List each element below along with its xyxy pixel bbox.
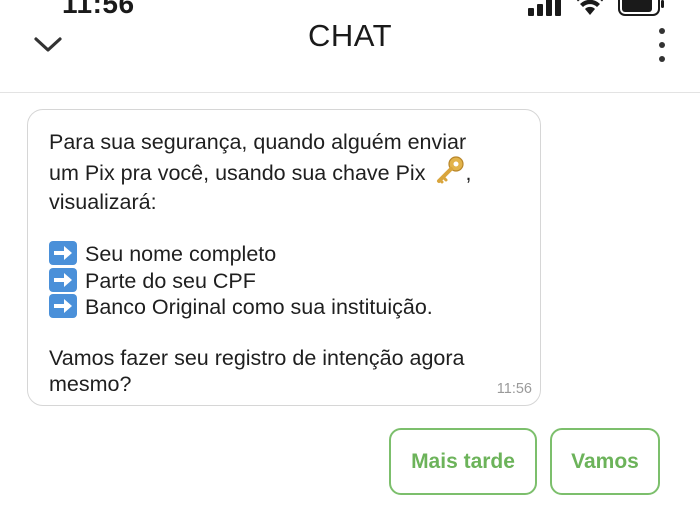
message-bubble: Para sua segurança, quando alguém enviar… xyxy=(27,109,541,406)
more-vertical-icon xyxy=(659,28,665,34)
message-line: mesmo? xyxy=(49,371,132,396)
chat-header: CHAT xyxy=(0,0,700,93)
message-text: um Pix pra você, usando sua chave Pix xyxy=(49,160,426,185)
message-line: um Pix pra você, usando sua chave Pix , xyxy=(49,155,518,191)
more-vertical-icon-dot xyxy=(659,42,665,48)
right-arrow-emoji-icon xyxy=(49,241,77,265)
message-line: Para sua segurança, quando alguém enviar xyxy=(49,130,467,154)
message-line: visualizará: xyxy=(49,190,157,214)
message-timestamp: 11:56 xyxy=(496,381,532,397)
list-item: Seu nome completo xyxy=(49,241,518,268)
message-line: Vamos fazer seu registro de intenção ago… xyxy=(49,346,465,370)
chat-screen: 11:56 CHAT Para sua segurança, quando al… xyxy=(0,0,700,513)
list-item-text: Parte do seu CPF xyxy=(85,268,256,293)
list-item: Parte do seu CPF xyxy=(49,267,518,295)
page-title: CHAT xyxy=(307,18,393,53)
later-button[interactable]: Mais tarde xyxy=(389,428,537,495)
more-vertical-icon-dot xyxy=(659,56,665,62)
list-item-text: Seu nome completo xyxy=(85,242,277,266)
key-emoji-icon xyxy=(435,155,465,191)
list-item: Banco Original como sua instituição. xyxy=(49,294,518,321)
right-arrow-emoji-icon xyxy=(49,267,77,292)
more-options-button[interactable] xyxy=(652,28,672,62)
go-button[interactable]: Vamos xyxy=(550,428,660,495)
list-item-text: Banco Original como sua instituição. xyxy=(85,295,433,319)
message-text: , xyxy=(465,160,472,185)
right-arrow-emoji-icon xyxy=(49,294,77,318)
